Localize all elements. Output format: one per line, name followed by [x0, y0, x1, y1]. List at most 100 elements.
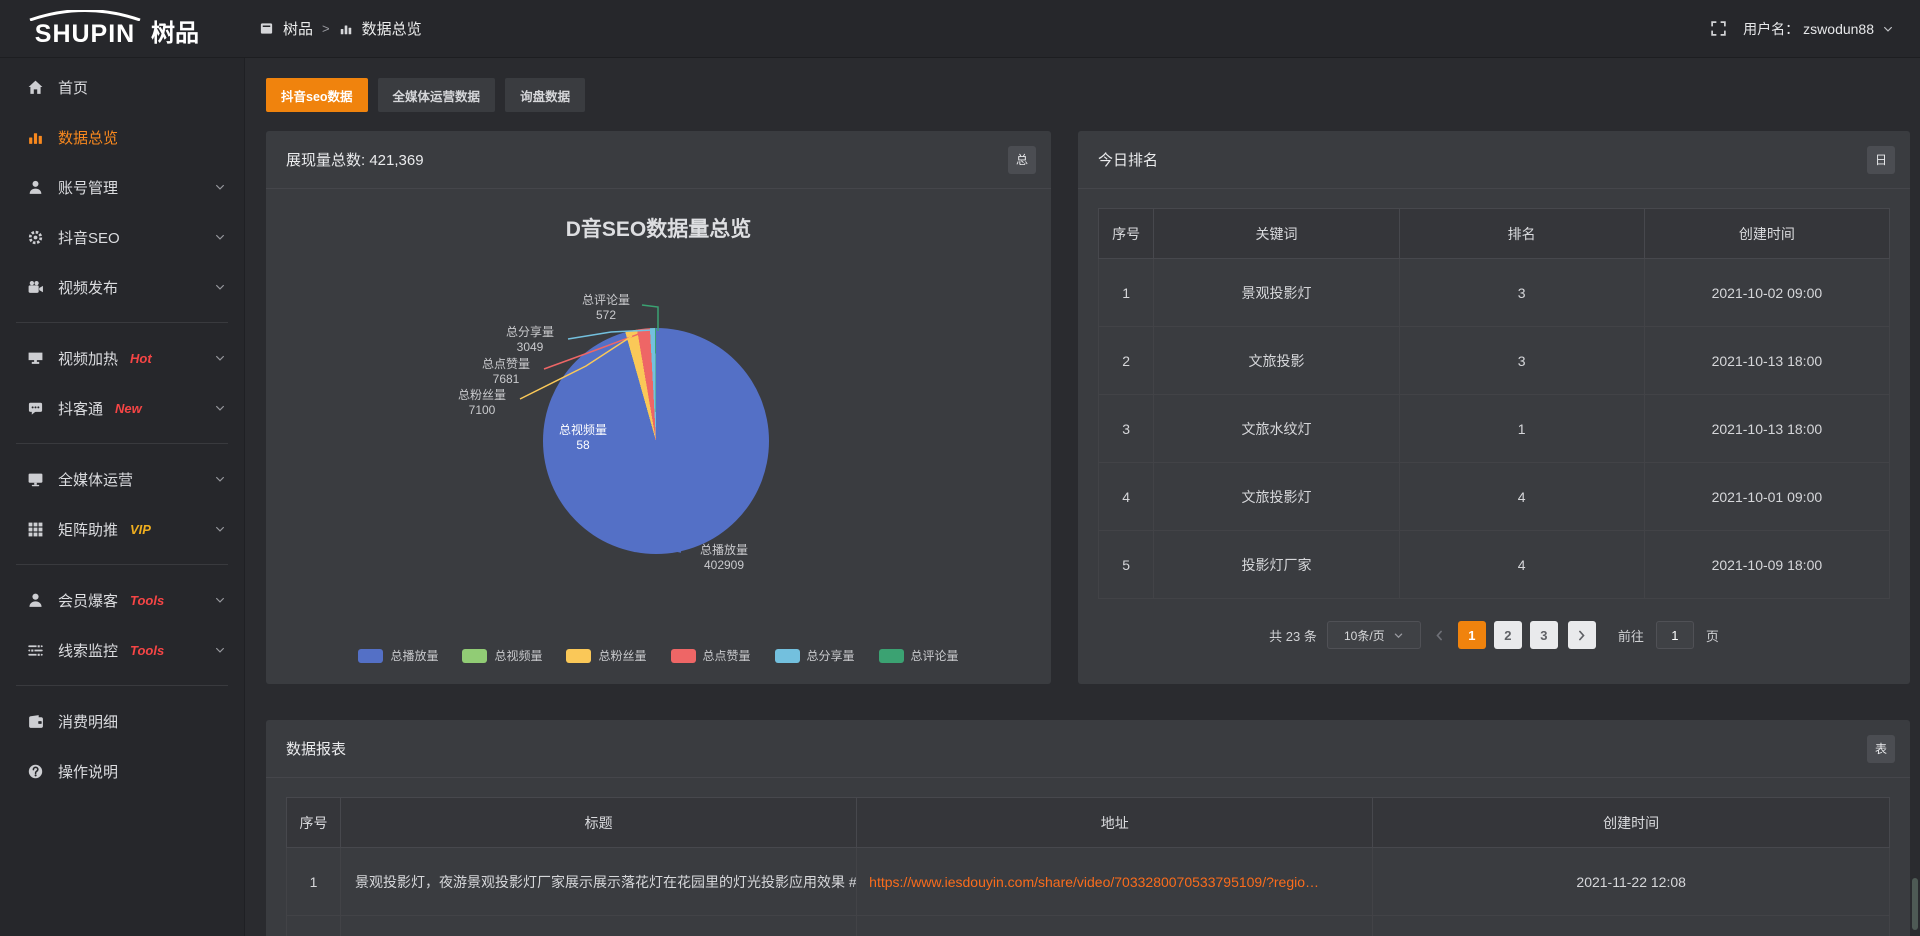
sidebar-item-member-baoke[interactable]: 会员爆客Tools — [0, 575, 244, 625]
table-cell: 文旅水纹灯 — [1154, 395, 1399, 463]
sidebar-item-label: 账号管理 — [58, 177, 118, 198]
table-cell: 投影灯厂家 — [1154, 531, 1399, 599]
table-cell: 2021-10-13 18:00 — [1644, 327, 1889, 395]
page-3-button[interactable]: 3 — [1530, 621, 1558, 649]
username[interactable]: zswodun88 — [1803, 21, 1874, 37]
sidebar-item-account-manage[interactable]: 账号管理 — [0, 162, 244, 212]
report-title: 数据报表 — [286, 738, 346, 759]
sidebar-item-video-publish[interactable]: 视频发布 — [0, 262, 244, 312]
ranking-title: 今日排名 — [1098, 149, 1158, 170]
legend-label: 总评论量 — [911, 647, 959, 664]
page-1-button[interactable]: 1 — [1458, 621, 1486, 649]
daily-badge[interactable]: 日 — [1867, 146, 1895, 174]
table-cell: 文旅投影 — [1154, 327, 1399, 395]
app-header: SHUPIN 树品 树品 > 数据总览 用户名： zswodun88 — [0, 0, 1920, 58]
sidebar-item-operation-guide[interactable]: 操作说明 — [0, 746, 244, 796]
legend-swatch — [775, 649, 800, 663]
legend-label: 总点赞量 — [703, 647, 751, 664]
next-page-button[interactable] — [1568, 621, 1596, 649]
column-header: 序号 — [1099, 209, 1154, 259]
tab-media-operation-data[interactable]: 全媒体运营数据 — [378, 78, 496, 112]
table-cell: 3 — [1399, 327, 1644, 395]
tab-bar: 抖音seo数据全媒体运营数据询盘数据 — [266, 78, 1910, 112]
pie-label-comments: 总评论量 572 — [570, 293, 642, 323]
column-header: 创建时间 — [1373, 798, 1890, 848]
sidebar-item-home[interactable]: 首页 — [0, 62, 244, 112]
table-badge[interactable]: 表 — [1867, 735, 1895, 763]
header-right: 用户名： zswodun88 — [1710, 19, 1920, 39]
total-view-badge[interactable]: 总 — [1008, 146, 1036, 174]
table-cell: 2 — [1099, 327, 1154, 395]
table-cell: 景观投影灯，夜游景观投影灯厂家展示展示落花灯在花园里的灯光投影应用效果 # — [341, 848, 857, 916]
sidebar-item-label: 会员爆客 — [58, 590, 118, 611]
table-cell — [287, 916, 341, 936]
pie-label-value: 58 — [547, 438, 619, 453]
pagination-total: 共 23 条 — [1269, 626, 1317, 645]
sidebar-item-matrix-boost[interactable]: 矩阵助推VIP — [0, 504, 244, 554]
page-buttons: 123 — [1458, 621, 1558, 649]
legend-item-4[interactable]: 总分享量 — [775, 647, 855, 664]
scrollbar[interactable] — [1912, 878, 1918, 930]
sidebar-item-data-overview[interactable]: 数据总览 — [0, 112, 244, 162]
table-row: 4文旅投影灯42021-10-01 09:00 — [1099, 463, 1890, 531]
legend-swatch — [462, 649, 487, 663]
table-cell: 1 — [287, 848, 341, 916]
pie-label-value: 402909 — [682, 558, 766, 573]
pie-label-shares: 总分享量 3049 — [494, 325, 566, 355]
chevron-down-icon[interactable] — [1882, 23, 1894, 35]
breadcrumb-root[interactable]: 树品 — [283, 18, 313, 39]
pie-label-value: 7681 — [470, 372, 542, 387]
sidebar-item-video-heat[interactable]: 视频加热 Hot — [0, 333, 244, 383]
sidebar-item-clue-monitor[interactable]: 线索监控Tools — [0, 625, 244, 675]
sidebar-item-label: 全媒体运营 — [58, 469, 133, 490]
pie-label-name: 总粉丝量 — [446, 388, 518, 403]
video-link[interactable]: https://www.iesdouyin.com/share/video/70… — [869, 874, 1319, 890]
sidebar-item-label: 消费明细 — [58, 711, 118, 732]
legend-item-3[interactable]: 总点赞量 — [671, 647, 751, 664]
chart-legend: 总播放量 总视频量 总粉丝量 总点赞量 总分享量 总评论量 — [266, 647, 1051, 664]
legend-label: 总粉丝量 — [598, 647, 646, 664]
sidebar-item-badge: New — [115, 401, 142, 416]
username-label: 用户名： — [1743, 19, 1799, 39]
pie-label-plays: 总播放量 402909 — [682, 543, 766, 573]
chevron-down-icon — [1393, 630, 1404, 641]
legend-swatch — [358, 649, 383, 663]
tab-inquiry-data[interactable]: 询盘数据 — [505, 78, 585, 112]
sidebar-item-douketong[interactable]: 抖客通New — [0, 383, 244, 433]
table-cell: 2021-10-02 09:00 — [1644, 259, 1889, 327]
sidebar-item-label: 首页 — [58, 77, 88, 98]
page-2-button[interactable]: 2 — [1494, 621, 1522, 649]
breadcrumb-current: 数据总览 — [362, 18, 422, 39]
legend-swatch — [879, 649, 904, 663]
sidebar-item-douyin-seo[interactable]: 抖音SEO — [0, 212, 244, 262]
chevron-right-icon — [1575, 629, 1588, 642]
legend-item-2[interactable]: 总粉丝量 — [566, 647, 646, 664]
prev-page-button[interactable] — [1431, 629, 1448, 642]
tab-douyin-seo-data[interactable]: 抖音seo数据 — [266, 78, 368, 112]
legend-item-5[interactable]: 总评论量 — [879, 647, 959, 664]
table-row: 1景观投影灯，夜游景观投影灯厂家展示展示落花灯在花园里的灯光投影应用效果 # ht… — [287, 848, 1890, 916]
legend-item-0[interactable]: 总播放量 — [358, 647, 438, 664]
sidebar-item-label: 视频加热 — [58, 348, 118, 369]
goto-page-input[interactable] — [1656, 621, 1694, 649]
impressions-total-label: 展现量总数: — [286, 152, 365, 169]
legend-label: 总分享量 — [807, 647, 855, 664]
home-icon — [27, 79, 45, 96]
legend-item-1[interactable]: 总视频量 — [462, 647, 542, 664]
report-table-wrap: 序号标题地址创建时间 1景观投影灯，夜游景观投影灯厂家展示展示落花灯在花园里的灯… — [266, 778, 1910, 936]
sidebar-item-label: 矩阵助推 — [58, 519, 118, 540]
table-cell: 2021-10-01 09:00 — [1644, 463, 1889, 531]
main-content: 抖音seo数据全媒体运营数据询盘数据 展现量总数: 421,369 总 D音SE… — [245, 58, 1920, 936]
chevron-down-icon — [214, 231, 226, 243]
fullscreen-icon[interactable] — [1710, 20, 1727, 37]
sidebar-divider — [16, 443, 228, 444]
legend-label: 总播放量 — [390, 647, 438, 664]
table-cell: 4 — [1399, 463, 1644, 531]
ranking-panel-header: 今日排名 日 — [1078, 131, 1910, 189]
sidebar-item-consume-detail[interactable]: 消费明细 — [0, 696, 244, 746]
video-camera-icon — [27, 279, 45, 296]
sidebar-item-badge: Hot — [130, 351, 152, 366]
sidebar-item-media-operation[interactable]: 全媒体运营 — [0, 454, 244, 504]
table-row: 2文旅投影32021-10-13 18:00 — [1099, 327, 1890, 395]
page-size-select[interactable]: 10条/页 — [1327, 621, 1421, 649]
